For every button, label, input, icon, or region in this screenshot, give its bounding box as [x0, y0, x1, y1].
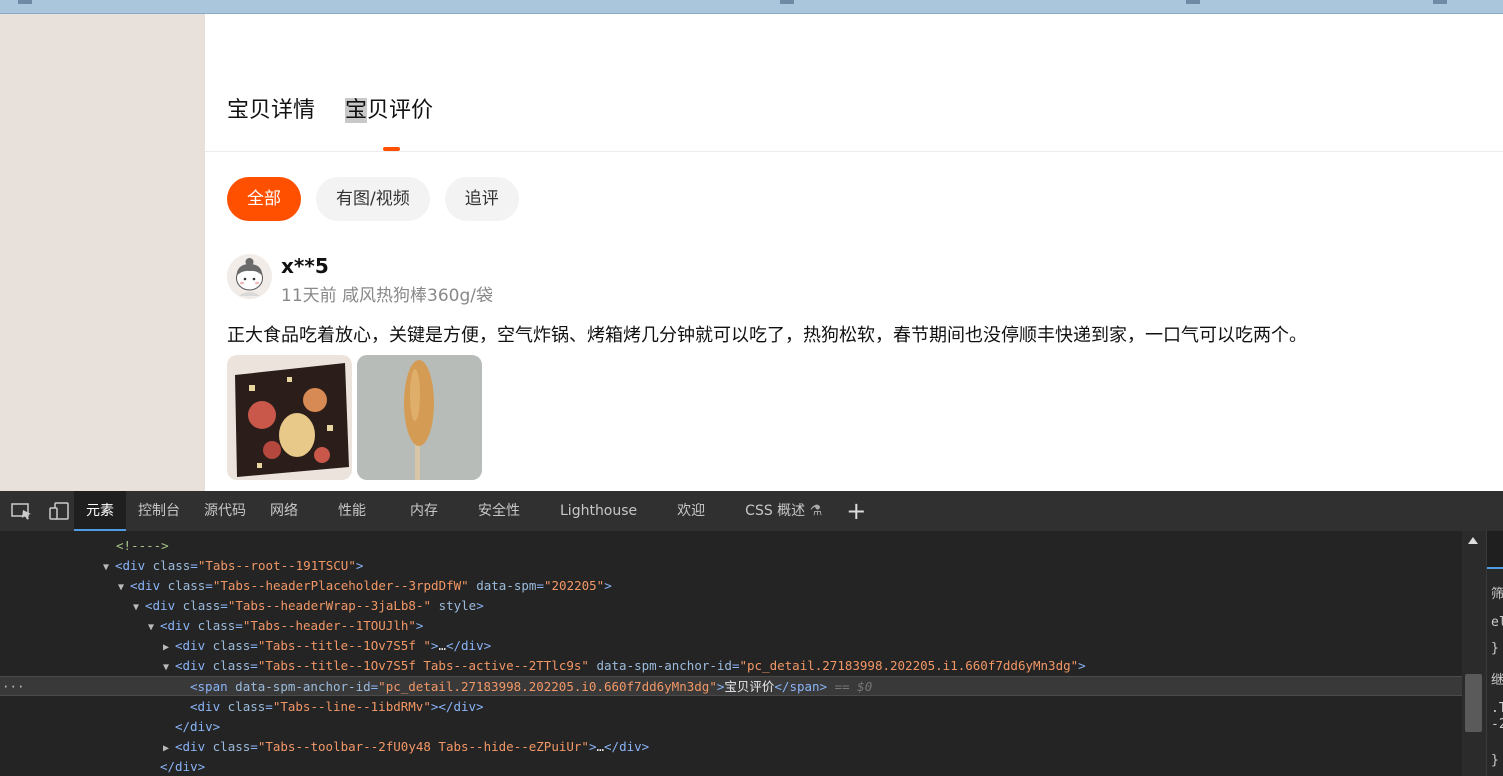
review-filters: 全部 有图/视频 追评	[227, 177, 519, 221]
collapse-triangle-icon: ▶	[163, 743, 170, 754]
dom-line-header-placeholder[interactable]: ▼ <div class="Tabs--headerPlaceholder--3r…	[118, 576, 612, 596]
sidepane-text: -2	[1491, 717, 1503, 732]
devtools-tab-lighthouse[interactable]: Lighthouse	[548, 491, 649, 531]
dom-line-header-wrap[interactable]: ▼ <div class="Tabs--headerWrap--3jaLb8-" …	[133, 596, 484, 616]
review-text: 正大食品吃着放心，关键是方便，空气炸锅、烤箱烤几分钟就可以吃了，热狗松软，春节期…	[227, 325, 1307, 346]
left-gutter	[0, 14, 205, 491]
sidepane-text: .T	[1491, 701, 1503, 716]
sidepane-tab[interactable]	[1487, 531, 1503, 569]
sidepane-text: 继	[1491, 673, 1503, 688]
dom-line-tabs-line[interactable]: <div class="Tabs--line--1ibdRMv"></div>	[190, 697, 484, 717]
device-toolbar-icon[interactable]	[44, 491, 74, 531]
reviewer-name: x**5	[281, 254, 329, 278]
browser-top-strip	[0, 0, 1503, 14]
tab-icon	[1433, 0, 1447, 4]
review-photos	[227, 355, 482, 480]
devtools-tab-console[interactable]: 控制台	[126, 491, 192, 531]
more-options-icon[interactable]: ···	[2, 677, 25, 697]
devtools-tab-performance[interactable]: 性能	[326, 491, 378, 531]
devtools-tab-welcome[interactable]: 欢迎	[665, 491, 717, 531]
dom-line-toolbar[interactable]: ▶ <div class="Tabs--toolbar--2fU0y48 Tabs…	[163, 737, 649, 757]
expand-triangle-icon: ▼	[118, 582, 125, 593]
dom-line-title-collapsed[interactable]: ▶ <div class="Tabs--title--1Ov7S5f ">…</d…	[163, 636, 491, 656]
dom-line-close-div[interactable]: </div>	[175, 717, 220, 737]
tab-icon	[780, 0, 794, 4]
tab-product-details[interactable]: 宝贝详情	[227, 92, 315, 124]
filter-all-button[interactable]: 全部	[227, 177, 301, 221]
devtools-tabbar: 元素 控制台 源代码 网络 性能 内存 安全性 Lighthouse 欢迎 CS…	[0, 491, 1503, 531]
tabs-divider	[205, 151, 1503, 152]
devtools-tab-memory[interactable]: 内存	[398, 491, 450, 531]
filter-media-button[interactable]: 有图/视频	[316, 177, 430, 221]
expand-triangle-icon: ▼	[103, 562, 110, 573]
devtools-panel: 元素 控制台 源代码 网络 性能 内存 安全性 Lighthouse 欢迎 CS…	[0, 491, 1503, 776]
dom-line-title-active[interactable]: ▼ <div class="Tabs--title--1Ov7S5f Tabs--…	[163, 656, 1086, 676]
tab-reviews[interactable]: 宝贝评价	[345, 92, 433, 124]
tab-reviews-label: 贝评价	[367, 98, 434, 123]
styles-sidepane[interactable]: 筛 el } 继 .T -2 }	[1486, 531, 1503, 776]
avatar-icon	[227, 254, 272, 299]
add-tab-icon[interactable]: +	[834, 497, 878, 525]
flask-icon: ⚗	[809, 503, 823, 519]
dom-line-selected-span[interactable]: ··· <span data-spm-anchor-id="pc_detail.…	[0, 676, 1462, 696]
inspect-element-icon[interactable]	[7, 491, 37, 531]
dom-scrollbar[interactable]	[1462, 531, 1486, 776]
dom-line-header[interactable]: ▼ <div class="Tabs--header--1TOUJlh">	[148, 616, 423, 636]
sidepane-text: el	[1491, 615, 1503, 630]
sidepane-text: }	[1491, 753, 1499, 768]
review-meta: 11天前 咸风热狗棒360g/袋	[281, 286, 494, 306]
filter-followup-button[interactable]: 追评	[444, 177, 519, 221]
devtools-tab-css-overview[interactable]: CSS 概述 ⚗	[733, 491, 834, 531]
expand-triangle-icon: ▼	[163, 662, 170, 673]
scroll-up-icon[interactable]	[1468, 537, 1478, 544]
sidepane-text: }	[1491, 641, 1499, 656]
review-photo-package[interactable]	[227, 355, 352, 480]
product-page: 宝贝详情 宝贝评价 全部 有图/视频 追评 x**5 11天前 咸风热狗棒360…	[205, 14, 1503, 491]
avatar[interactable]	[227, 254, 272, 299]
detail-tabs: 宝贝详情 宝贝评价	[227, 92, 433, 124]
expand-triangle-icon: ▼	[133, 602, 140, 613]
review-photo-corndog[interactable]	[357, 355, 482, 480]
scrollbar-thumb[interactable]	[1465, 674, 1482, 732]
tab-icon	[1186, 0, 1200, 4]
tab-icon	[18, 0, 32, 4]
devtools-tab-elements[interactable]: 元素	[74, 491, 126, 531]
expand-triangle-icon: ▼	[148, 622, 155, 633]
dom-line-tabs-root[interactable]: ▼ <div class="Tabs--root--191TSCU">	[103, 556, 363, 576]
devtools-tab-sources[interactable]: 源代码	[192, 491, 258, 531]
corndog-image	[357, 355, 482, 480]
package-image	[227, 355, 352, 480]
sidepane-text: 筛	[1491, 587, 1503, 602]
devtools-tab-network[interactable]: 网络	[258, 491, 310, 531]
dom-line-close-div-2[interactable]: </div>	[160, 757, 205, 776]
dom-line-comment[interactable]: <!---->	[116, 536, 169, 556]
devtools-tab-security[interactable]: 安全性	[466, 491, 532, 531]
collapse-triangle-icon: ▶	[163, 642, 170, 653]
tab-reviews-highlight: 宝	[345, 98, 368, 123]
css-overview-label: CSS 概述	[745, 503, 806, 519]
dom-tree: <!----> ▼ <div class="Tabs--root--191TSCU…	[0, 531, 1462, 776]
